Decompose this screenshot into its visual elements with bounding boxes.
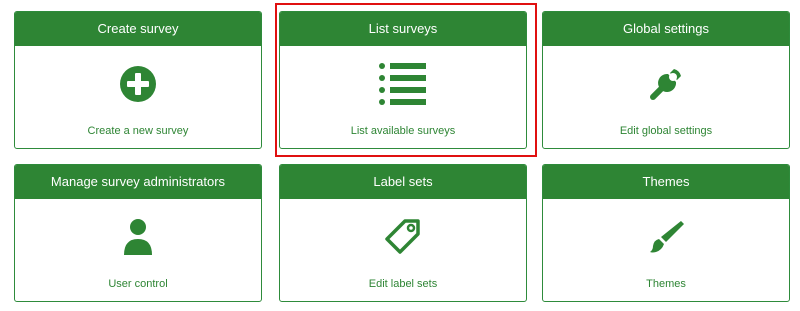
wrench-icon [543,62,789,106]
card-label-sets[interactable]: Label sets Edit label sets [279,164,527,302]
card-title: Themes [543,165,789,199]
card-link[interactable]: Create a new survey [15,125,261,137]
card-link[interactable]: Edit global settings [543,125,789,137]
card-link[interactable]: Edit label sets [280,278,526,290]
card-title: Label sets [280,165,526,199]
card-link[interactable]: User control [15,278,261,290]
paintbrush-icon [543,215,789,259]
tag-icon [280,215,526,259]
dashboard-grid: Create survey Create a new survey List s… [0,0,800,311]
user-icon [15,215,261,259]
card-link[interactable]: List available surveys [280,125,526,137]
card-title: List surveys [280,12,526,46]
card-create-survey[interactable]: Create survey Create a new survey [14,11,262,149]
plus-circle-icon [15,62,261,106]
card-title: Global settings [543,12,789,46]
list-icon [280,62,526,106]
card-link[interactable]: Themes [543,278,789,290]
card-list-surveys[interactable]: List surveys List available surveys [279,11,527,149]
card-themes[interactable]: Themes Themes [542,164,790,302]
card-title: Manage survey administrators [15,165,261,199]
card-global-settings[interactable]: Global settings Edit global settings [542,11,790,149]
card-manage-administrators[interactable]: Manage survey administrators User contro… [14,164,262,302]
card-title: Create survey [15,12,261,46]
